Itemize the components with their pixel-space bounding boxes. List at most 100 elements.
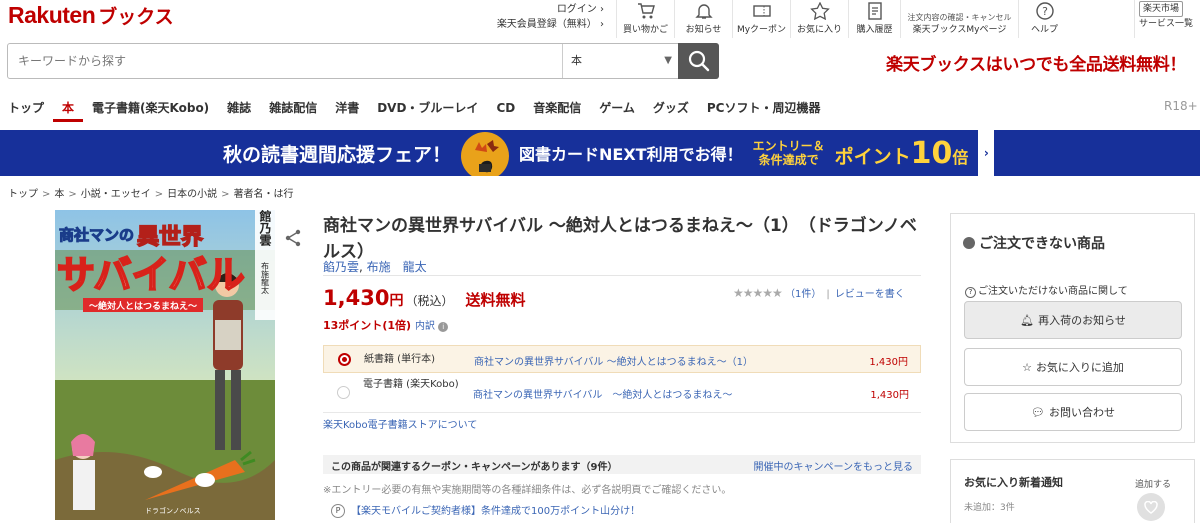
- star-icon: [809, 2, 830, 20]
- points-detail-label: 内訳: [415, 321, 436, 332]
- search-icon: [688, 50, 709, 72]
- campaign-item[interactable]: P 【楽天モバイルご契約者様】条件達成で100万ポイント山分け！: [331, 502, 640, 518]
- breadcrumb-top[interactable]: トップ: [8, 189, 38, 200]
- my-coupon-button[interactable]: Myクーポン: [732, 0, 790, 38]
- cover-title-survival: サバイバル: [57, 253, 245, 297]
- write-review-link[interactable]: レビューを書く: [835, 289, 905, 300]
- triangle-down-icon: ▼: [664, 55, 672, 66]
- restock-notify-button[interactable]: 🔔︎ 再入荷のお知らせ: [964, 301, 1182, 339]
- nav-ebooks[interactable]: 電子書籍(楽天Kobo): [83, 96, 218, 122]
- heart-icon: [1144, 500, 1158, 514]
- nav-foreign-books[interactable]: 洋書: [326, 96, 368, 122]
- my-page-label: 楽天ブックスMyページ: [912, 25, 1007, 35]
- rakuten-ichiba-link[interactable]: 楽天市場: [1139, 1, 1184, 17]
- nav-goods[interactable]: グッズ: [644, 96, 698, 122]
- help-button[interactable]: ? ヘルプ: [1018, 0, 1070, 38]
- review-count-link[interactable]: （1件）: [785, 289, 821, 300]
- search-category-select[interactable]: 本 ▼: [562, 44, 680, 78]
- nav-cd[interactable]: CD: [487, 96, 524, 122]
- more-campaigns-link[interactable]: 開催中のキャンペーンをもっと見る: [754, 458, 914, 473]
- nav-top[interactable]: トップ: [0, 96, 53, 122]
- chevron-right-icon: ›: [600, 19, 604, 30]
- illustrator-link[interactable]: 布施 龍太: [367, 260, 427, 274]
- free-shipping-message: 楽天ブックスはいつでも全品送料無料！: [886, 55, 1187, 75]
- order-confirm-label: 注文内容の確認・キャンセル: [907, 13, 1012, 22]
- breadcrumb-books[interactable]: 本: [54, 189, 64, 200]
- search-bar: 本 ▼: [7, 43, 719, 79]
- heart-button[interactable]: [1137, 493, 1165, 521]
- my-coupon-label: Myクーポン: [736, 25, 787, 35]
- history-icon: [867, 2, 882, 20]
- purchase-history-button[interactable]: 購入履歴: [848, 0, 900, 38]
- nav-games[interactable]: ゲーム: [590, 96, 644, 122]
- notifications-button[interactable]: お知らせ: [674, 0, 732, 38]
- breadcrumb: トップ > 本 > 小説・エッセイ > 日本の小説 > 著者名・は行: [8, 185, 294, 200]
- format-radio-ebook[interactable]: [337, 386, 350, 399]
- format-title-link[interactable]: 商社マンの異世界サバイバル 〜絶対人とはつるまねえ〜: [473, 386, 732, 401]
- breadcrumb-author-ha[interactable]: 著者名・は行: [234, 189, 294, 200]
- nav-dvd-bluray[interactable]: DVD・ブルーレイ: [368, 96, 487, 122]
- register-link[interactable]: 楽天会員登録（無料）: [497, 19, 597, 30]
- breadcrumb-japanese-novels[interactable]: 日本の小説: [167, 189, 217, 200]
- banner-text-fair: 秋の読書週間応援フェア！: [223, 143, 452, 166]
- author-link[interactable]: 餡乃雲: [323, 260, 359, 274]
- separator: |: [826, 289, 830, 300]
- login-link[interactable]: ログイン: [557, 4, 597, 15]
- banner-text-entry: エントリー＆ 条件達成で: [753, 139, 825, 167]
- chevron-right-icon[interactable]: ›: [978, 130, 995, 176]
- book-cover-image[interactable]: 館乃雲 布施龍太 商社マンの 異世界 サバイバル 〜絶対人とはつるまねえ〜 ドラ…: [55, 210, 275, 520]
- favorite-notification-title: お気に入り新着通知: [964, 476, 1063, 489]
- autumn-leaves-icon: [457, 130, 513, 180]
- format-selector: 紙書籍 (単行本) 商社マンの異世界サバイバル 〜絶対人とはつるまねえ〜（1） …: [323, 345, 921, 413]
- review-rating: ★★★★★ （1件） | レビューを書く: [733, 285, 905, 300]
- points-detail-link[interactable]: 内訳 i: [415, 321, 449, 332]
- format-row-paper[interactable]: 紙書籍 (単行本) 商社マンの異世界サバイバル 〜絶対人とはつるまねえ〜（1） …: [323, 345, 921, 373]
- nav-r18[interactable]: R18+: [1164, 99, 1198, 113]
- coupon-icon: [752, 5, 771, 17]
- product-price: 1,430円 （税込） 送料無料: [323, 286, 525, 310]
- unavailable-note-link[interactable]: ? ご注文いただけない商品に関して: [965, 282, 1128, 298]
- my-page-button[interactable]: 注文内容の確認・キャンセル 楽天ブックスMyページ: [900, 0, 1018, 38]
- bell-icon: [694, 4, 713, 19]
- add-favorite-button[interactable]: ☆ お気に入りに追加: [964, 348, 1182, 386]
- price-value: 1,430: [323, 286, 390, 310]
- favorites-button[interactable]: お気に入り: [790, 0, 848, 38]
- cover-label: ドラゴンノベルス: [145, 506, 201, 515]
- inquiry-button[interactable]: 💬︎ お問い合わせ: [964, 393, 1182, 431]
- unavailable-title: ご注文できない商品: [963, 233, 1105, 253]
- format-title-link[interactable]: 商社マンの異世界サバイバル 〜絶対人とはつるまねえ〜（1）: [474, 353, 753, 368]
- search-button[interactable]: [678, 43, 719, 79]
- bell-icon: 🔔︎: [1020, 313, 1035, 327]
- logo-sub: ブックス: [98, 7, 174, 28]
- breadcrumb-separator: >: [221, 189, 230, 200]
- breadcrumb-novels-essays[interactable]: 小説・エッセイ: [81, 189, 151, 200]
- nav-pc-software[interactable]: PCソフト・周辺機器: [698, 96, 830, 122]
- banner-points-unit: 倍: [952, 147, 969, 167]
- campaign-link[interactable]: 【楽天モバイルご契約者様】条件達成で100万ポイント山分け！: [351, 506, 640, 517]
- format-type: 電子書籍 (楽天Kobo): [363, 379, 459, 390]
- add-favorite-label: お気に入りに追加: [1035, 361, 1124, 374]
- kobo-store-link[interactable]: 楽天Kobo電子書籍ストアについて: [323, 416, 477, 431]
- category-nav: トップ 本 電子書籍(楽天Kobo) 雑誌 雑誌配信 洋書 DVD・ブルーレイ …: [0, 96, 1200, 126]
- product-authors: 餡乃雲, 布施 龍太: [323, 258, 427, 275]
- nav-magazine-digital[interactable]: 雑誌配信: [260, 96, 326, 122]
- format-type: 紙書籍 (単行本): [364, 354, 435, 365]
- campaign-banner[interactable]: 秋の読書週間応援フェア！ 図書カードNEXT利用でお得！ エントリー＆ 条件達成…: [0, 130, 1200, 180]
- search-input[interactable]: [8, 44, 562, 78]
- share-icon[interactable]: [284, 229, 302, 250]
- favorite-notification-count: 未追加：3件: [964, 503, 1015, 513]
- format-row-ebook[interactable]: 電子書籍 (楽天Kobo) 商社マンの異世界サバイバル 〜絶対人とはつるまねえ〜…: [323, 373, 921, 413]
- unavailable-title-text: ご注文できない商品: [979, 236, 1105, 252]
- nav-music-streaming[interactable]: 音楽配信: [524, 96, 590, 122]
- favorite-add-label: 追加する: [1135, 480, 1172, 490]
- service-links: 楽天市場 サービス一覧: [1134, 0, 1200, 38]
- format-radio-paper[interactable]: [338, 353, 351, 366]
- favorite-notification-panel: お気に入り新着通知 未追加：3件 追加する: [950, 459, 1195, 523]
- cart-button[interactable]: 買い物かご: [616, 0, 674, 38]
- nav-books[interactable]: 本: [53, 96, 84, 122]
- star-rating-icon: ★★★★★: [733, 286, 783, 300]
- nav-magazines[interactable]: 雑誌: [218, 96, 260, 122]
- search-category-value: 本: [571, 54, 582, 67]
- services-list-link[interactable]: サービス一覧: [1139, 17, 1200, 31]
- rakuten-books-logo[interactable]: Rakuten ブックス: [8, 2, 174, 29]
